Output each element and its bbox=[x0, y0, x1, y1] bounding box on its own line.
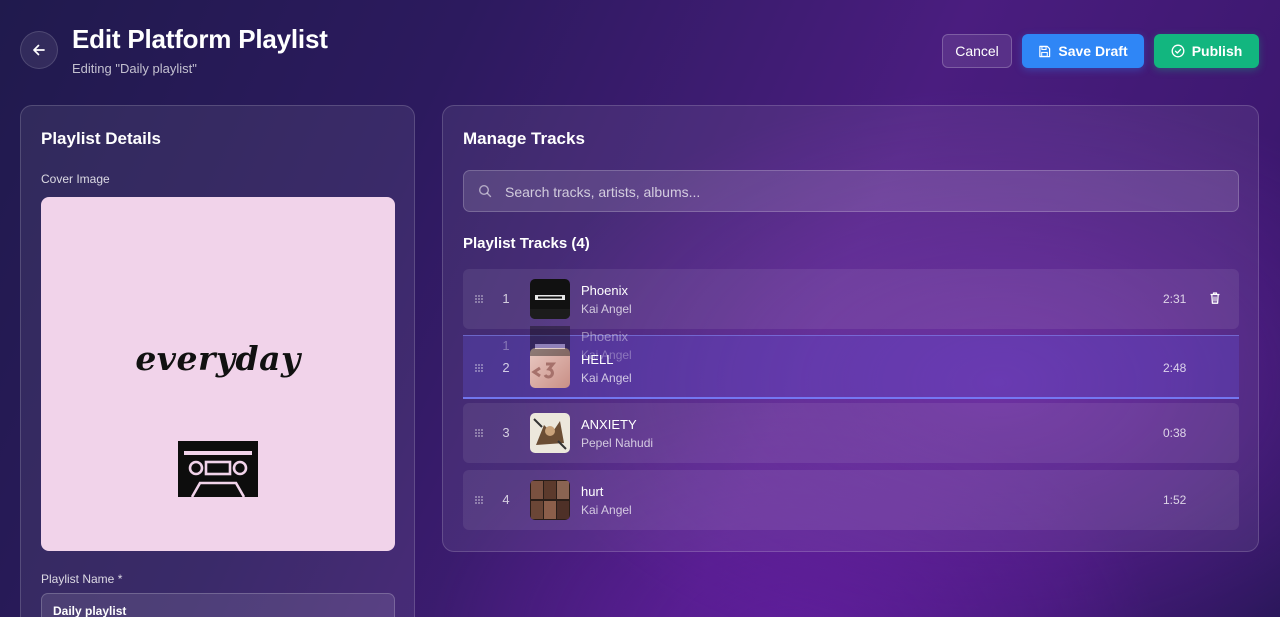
drag-handle-icon[interactable] bbox=[474, 428, 484, 438]
playlist-name-input[interactable]: Daily playlist bbox=[41, 593, 395, 617]
playlist-details-panel: Playlist Details Cover Image everyday Pl… bbox=[20, 105, 415, 617]
track-artist: Kai Angel bbox=[581, 503, 632, 517]
track-artist: Pepel Nahudi bbox=[581, 436, 654, 450]
manage-tracks-panel: Manage Tracks Search tracks, artists, al… bbox=[442, 105, 1259, 552]
track-row[interactable]: 1 Phoenix Kai Angel 2:31 bbox=[463, 269, 1239, 329]
drag-handle-icon[interactable] bbox=[474, 363, 484, 373]
save-draft-label: Save Draft bbox=[1058, 43, 1128, 59]
page-title: Edit Platform Playlist bbox=[72, 24, 328, 54]
drag-handle-icon[interactable] bbox=[474, 495, 484, 505]
cover-image[interactable]: everyday bbox=[41, 197, 395, 551]
cover-image-text: everyday bbox=[135, 339, 301, 378]
arrow-left-icon bbox=[33, 44, 45, 56]
track-artwork bbox=[530, 348, 570, 388]
cancel-button-label: Cancel bbox=[955, 43, 999, 59]
search-placeholder: Search tracks, artists, albums... bbox=[505, 184, 701, 200]
drag-handle-icon[interactable] bbox=[474, 294, 484, 304]
publish-label: Publish bbox=[1191, 43, 1243, 59]
track-title: hurt bbox=[581, 484, 604, 499]
track-artwork bbox=[530, 413, 570, 453]
track-title: Phoenix bbox=[581, 283, 628, 298]
playlist-name-label: Playlist Name * bbox=[41, 572, 123, 586]
track-artwork bbox=[530, 279, 570, 319]
track-row[interactable]: 4 hurt Kai Angel 1:52 bbox=[463, 470, 1239, 530]
page-subtitle: Editing "Daily playlist" bbox=[72, 61, 197, 76]
track-title: ANXIETY bbox=[581, 417, 637, 432]
track-number: 1 bbox=[502, 291, 510, 306]
track-search-input[interactable]: Search tracks, artists, albums... bbox=[463, 170, 1239, 212]
track-number: 2 bbox=[502, 360, 510, 375]
track-duration: 2:48 bbox=[1163, 361, 1187, 375]
manage-tracks-heading: Manage Tracks bbox=[463, 129, 585, 148]
playlist-details-heading: Playlist Details bbox=[41, 129, 162, 148]
track-artist: Kai Angel bbox=[581, 302, 632, 316]
trash-icon[interactable] bbox=[1208, 291, 1222, 305]
track-artwork bbox=[530, 480, 570, 520]
track-duration: 0:38 bbox=[1163, 426, 1187, 440]
cover-image-label: Cover Image bbox=[41, 172, 110, 186]
track-duration: 2:31 bbox=[1163, 292, 1187, 306]
cancel-button[interactable]: Cancel bbox=[942, 34, 1012, 68]
search-icon bbox=[478, 184, 492, 198]
publish-button[interactable]: Publish bbox=[1154, 34, 1259, 68]
back-button[interactable] bbox=[20, 31, 58, 69]
track-title: HELL bbox=[581, 352, 614, 367]
playlist-tracks-heading: Playlist Tracks (4) bbox=[463, 235, 590, 252]
drag-ghost-title: Phoenix bbox=[581, 329, 628, 344]
save-draft-button[interactable]: Save Draft bbox=[1022, 34, 1144, 68]
cassette-tape-icon bbox=[178, 441, 258, 497]
track-number: 3 bbox=[502, 425, 510, 440]
floppy-disk-icon bbox=[1039, 45, 1051, 57]
drag-ghost-number: 1 bbox=[502, 338, 510, 353]
track-duration: 1:52 bbox=[1163, 493, 1187, 507]
track-artist: Kai Angel bbox=[581, 371, 632, 385]
track-row[interactable]: 2 HELL Kai Angel 2:48 1 Phoenix Kai Ange… bbox=[463, 326, 1239, 399]
track-row[interactable]: 3 ANXIETY Pepel Nahudi 0:38 bbox=[463, 403, 1239, 463]
track-number: 4 bbox=[502, 492, 510, 507]
check-circle-icon bbox=[1171, 44, 1185, 58]
